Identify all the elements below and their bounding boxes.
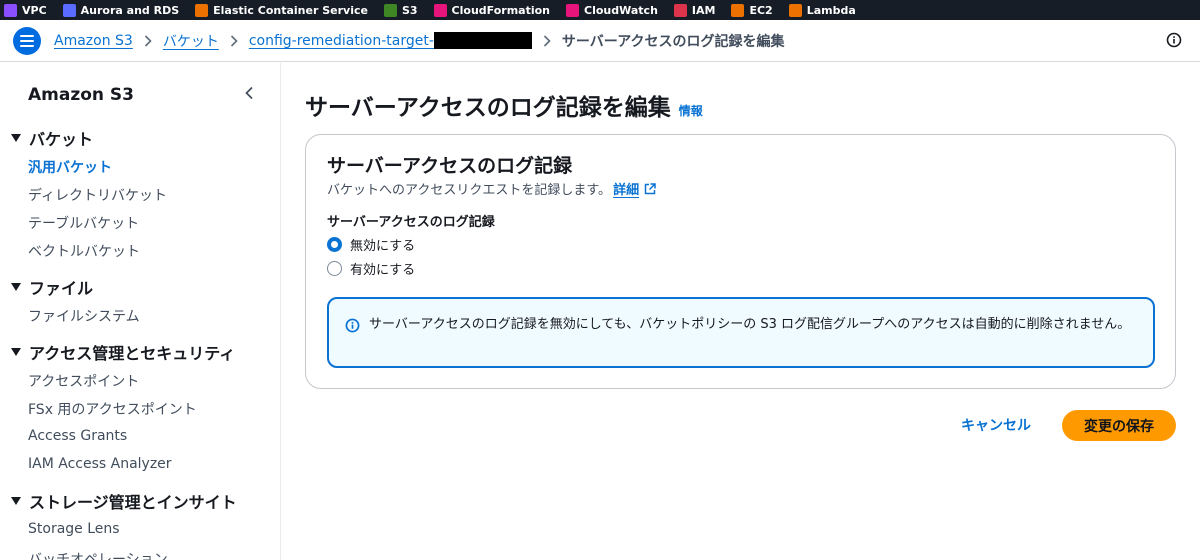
favorite-label: IAM [691,3,716,17]
chevron-right-icon [532,34,562,47]
section-label: ファイル [29,279,94,298]
save-changes-button[interactable]: 変更の保存 [1062,410,1176,441]
favorite-label: S3 [401,3,418,17]
sidebar-section-files[interactable]: ファイル [10,275,93,299]
lambda-icon [788,3,802,17]
ec2-icon [731,3,745,17]
favorite-ecs[interactable]: Elastic Container Service [195,0,368,20]
sidebar-section-storage-insights[interactable]: ストレージ管理とインサイト [10,489,237,513]
breadcrumb-bar: Amazon S3 バケット config-remediation-target… [0,20,1200,62]
cancel-button[interactable]: キャンセル [955,415,1037,435]
radio-selected-icon[interactable] [327,237,342,252]
radio-disable[interactable]: 無効にする [327,235,415,254]
favorite-label: Aurora and RDS [80,3,180,17]
radio-label: 有効にする [350,263,416,278]
chevron-right-icon [133,34,163,47]
breadcrumb-buckets[interactable]: バケット [163,31,219,51]
redaction-box [433,32,532,49]
cloudformation-icon [433,3,447,17]
breadcrumb-bucket-name[interactable]: config-remediation-target- [249,33,434,49]
favorites-bar: VPC Aurora and RDS Elastic Container Ser… [0,0,1200,20]
favorite-label: VPC [22,3,47,17]
breadcrumb-s3[interactable]: Amazon S3 [54,33,133,49]
favorite-lambda[interactable]: Lambda [788,0,856,20]
sidebar-item-directory-buckets[interactable]: ディレクトリバケット [28,185,167,205]
radio-enable[interactable]: 有効にする [327,259,415,278]
logging-panel: サーバーアクセスのログ記録 バケットへのアクセスリクエストを記録します。 詳細 … [305,134,1176,389]
info-circle-icon[interactable] [1166,32,1182,52]
favorite-label: CloudFormation [451,3,551,17]
favorite-vpc[interactable]: VPC [4,0,47,20]
info-circle-icon [345,318,360,337]
page-title: サーバーアクセスのログ記録を編集 情報 [305,88,703,122]
favorite-label: CloudWatch [584,3,658,17]
learn-more-link[interactable]: 詳細 [613,179,639,198]
sidebar-item-general-buckets[interactable]: 汎用バケット [28,157,112,177]
favorite-label: Elastic Container Service [213,3,368,17]
favorite-ec2[interactable]: EC2 [731,0,773,20]
sidebar-title[interactable]: Amazon S3 [28,85,134,105]
favorite-cloudformation[interactable]: CloudFormation [433,0,551,20]
favorite-rds[interactable]: Aurora and RDS [62,0,180,20]
sidebar-item-iam-access-analyzer[interactable]: IAM Access Analyzer [28,456,172,472]
caret-down-icon [11,134,21,142]
caret-down-icon [11,497,21,505]
vpc-icon [4,3,17,17]
iam-icon [673,3,687,17]
sidebar-section-access-security[interactable]: アクセス管理とセキュリティ [10,340,235,364]
favorite-cloudwatch[interactable]: CloudWatch [566,0,658,20]
section-label: アクセス管理とセキュリティ [29,344,236,363]
page-title-text: サーバーアクセスのログ記録を編集 [305,95,671,121]
rds-icon [62,3,76,17]
sidebar-section-buckets[interactable]: バケット [10,126,93,150]
s3-icon [383,3,397,17]
favorite-iam[interactable]: IAM [673,0,716,20]
sidebar: Amazon S3 バケット 汎用バケット ディレクトリバケット テーブルバケッ… [0,63,281,560]
chevron-left-icon[interactable] [244,85,254,104]
menu-button[interactable] [13,26,41,55]
sidebar-item-batch-operations[interactable]: バッチオペレーション [28,549,168,560]
external-link-icon[interactable] [644,182,656,195]
radio-label: 無効にする [350,239,416,254]
chevron-right-icon [219,34,249,47]
section-label: ストレージ管理とインサイト [29,493,237,512]
favorite-s3[interactable]: S3 [383,0,418,20]
sidebar-item-access-grants[interactable]: Access Grants [28,428,127,444]
description-text: バケットへのアクセスリクエストを記録します。 [327,183,612,198]
alert-text: サーバーアクセスのログ記録を無効にしても、バケットポリシーの S3 ログ配信グル… [369,317,1131,332]
favorite-label: EC2 [749,3,773,17]
sidebar-item-access-points[interactable]: アクセスポイント [28,371,139,391]
sidebar-item-file-systems[interactable]: ファイルシステム [28,306,140,326]
sidebar-item-vector-buckets[interactable]: ベクトルバケット [28,241,140,261]
panel-title: サーバーアクセスのログ記録 [327,155,573,177]
ecs-icon [195,3,209,17]
hamburger-icon [20,34,34,47]
logging-field-label: サーバーアクセスのログ記録 [327,215,495,230]
breadcrumb-current: サーバーアクセスのログ記録を編集 [561,33,785,50]
cloudwatch-icon [566,3,580,17]
panel-description: バケットへのアクセスリクエストを記録します。 詳細 [327,179,656,198]
sidebar-item-fsx-access-points[interactable]: FSx 用のアクセスポイント [28,399,197,419]
info-link[interactable]: 情報 [679,102,703,119]
favorite-label: Lambda [806,3,856,17]
sidebar-item-storage-lens[interactable]: Storage Lens [28,521,120,537]
sidebar-item-table-buckets[interactable]: テーブルバケット [28,213,139,233]
section-label: バケット [29,130,94,149]
info-alert: サーバーアクセスのログ記録を無効にしても、バケットポリシーの S3 ログ配信グル… [327,297,1155,368]
caret-down-icon [11,283,21,291]
caret-down-icon [11,348,21,356]
radio-unselected-icon[interactable] [327,261,342,276]
